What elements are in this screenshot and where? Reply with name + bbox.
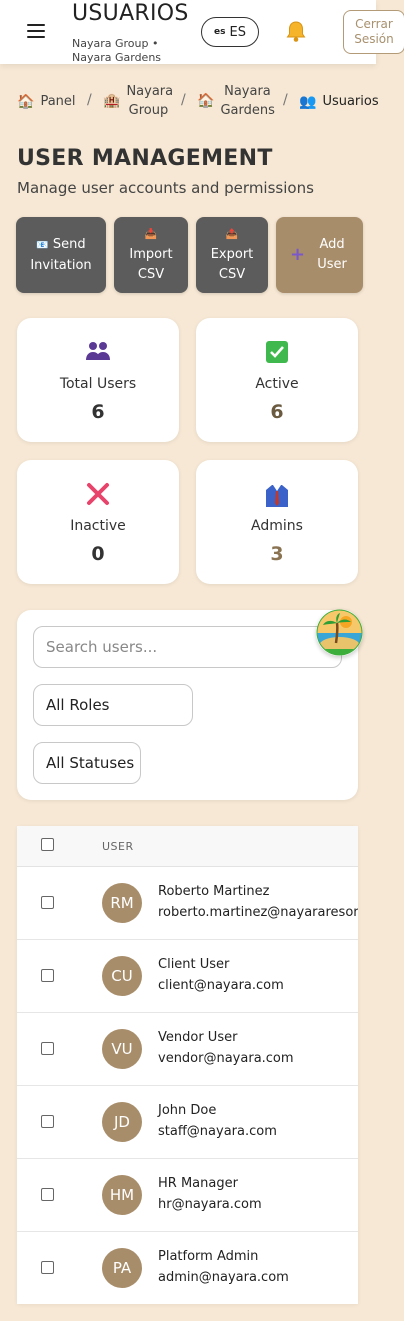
user-email: staff@nayara.com xyxy=(158,1124,277,1139)
breadcrumb-label: Nayara Group xyxy=(126,84,174,118)
app-subtitle: Nayara Group • Nayara Gardens xyxy=(72,37,162,64)
table-row[interactable]: VU Vendor User vendor@nayara.com xyxy=(17,1013,358,1086)
search-input[interactable] xyxy=(33,626,342,668)
row-checkbox[interactable] xyxy=(41,1042,54,1055)
users-table: USER RM Roberto Martinez roberto.martine… xyxy=(17,826,358,1304)
menu-icon[interactable] xyxy=(27,24,45,38)
stat-value: 6 xyxy=(270,401,284,423)
stat-label: Total Users xyxy=(59,376,137,392)
breadcrumb-separator: / xyxy=(181,92,186,108)
user-email: hr@nayara.com xyxy=(158,1197,262,1212)
user-name: Client User xyxy=(158,957,230,972)
stat-label: Inactive xyxy=(70,518,126,534)
house-icon: 🏠 xyxy=(17,93,35,110)
avatar: VU xyxy=(102,1029,142,1069)
breadcrumb: 🏠 Panel / 🏨 Nayara Group / 🏠 Nayara Gard… xyxy=(17,82,397,122)
app-title: USUARIOS xyxy=(72,1,189,26)
table-row[interactable]: RM Roberto Martinez roberto.martinez@nay… xyxy=(17,867,358,940)
breadcrumb-separator: / xyxy=(87,92,92,108)
outbox-icon: 📤 xyxy=(225,229,239,240)
add-user-label: Add User xyxy=(317,237,347,272)
avatar: JD xyxy=(102,1102,142,1142)
avatar: PA xyxy=(102,1248,142,1288)
page-description: Manage user accounts and permissions xyxy=(17,179,314,197)
send-invitation-button[interactable]: 📧 Send Invitation xyxy=(16,217,106,293)
top-header: USUARIOS Nayara Group • Nayara Gardens e… xyxy=(0,0,404,64)
send-invitation-label: 📧 Send Invitation xyxy=(30,236,92,273)
export-csv-button[interactable]: 📤 Export CSV xyxy=(196,217,268,293)
bell-icon[interactable] xyxy=(285,20,307,44)
table-header: USER xyxy=(17,826,358,867)
row-checkbox[interactable] xyxy=(41,1261,54,1274)
import-csv-button[interactable]: 📥 Import CSV xyxy=(114,217,188,293)
user-email: client@nayara.com xyxy=(158,978,284,993)
inbox-icon: 📥 xyxy=(144,229,158,240)
user-name: Vendor User xyxy=(158,1030,238,1045)
user-name: HR Manager xyxy=(158,1176,238,1191)
export-csv-label: Export CSV xyxy=(210,247,254,282)
users-icon xyxy=(17,340,179,366)
user-email: vendor@nayara.com xyxy=(158,1051,294,1066)
breadcrumb-panel[interactable]: 🏠 Panel xyxy=(17,92,76,111)
breadcrumb-label: Nayara Gardens xyxy=(220,84,275,118)
language-code: ES xyxy=(229,24,246,40)
users-icon: 👥 xyxy=(299,93,317,110)
stat-admins: Admins 3 xyxy=(196,460,358,584)
check-icon xyxy=(196,340,358,366)
stat-value: 0 xyxy=(91,543,105,565)
logout-button[interactable]: Cerrar Sesión xyxy=(343,10,404,54)
breadcrumb-label: Panel xyxy=(40,94,76,109)
row-checkbox[interactable] xyxy=(41,896,54,909)
user-email: roberto.martinez@nayararesorts xyxy=(158,905,358,920)
hotel-icon: 🏨 xyxy=(103,93,121,109)
breadcrumb-nayara-group[interactable]: 🏨 Nayara Group xyxy=(103,82,174,120)
page-title: USER MANAGEMENT xyxy=(17,146,273,171)
stat-value: 6 xyxy=(91,401,105,423)
table-row[interactable]: HM HR Manager hr@nayara.com xyxy=(17,1159,358,1232)
column-header-user: USER xyxy=(102,840,134,853)
user-name: Platform Admin xyxy=(158,1249,259,1264)
stat-active: Active 6 xyxy=(196,318,358,442)
stat-value: 3 xyxy=(270,543,284,565)
avatar: CU xyxy=(102,956,142,996)
avatar: RM xyxy=(102,883,142,923)
user-name: John Doe xyxy=(158,1103,217,1118)
stat-label: Active xyxy=(255,376,299,392)
import-csv-label: Import CSV xyxy=(129,247,173,282)
add-user-button[interactable]: + Add User xyxy=(276,217,363,293)
row-checkbox[interactable] xyxy=(41,1115,54,1128)
user-email: admin@nayara.com xyxy=(158,1270,289,1285)
breadcrumb-usuarios: 👥 Usuarios xyxy=(299,92,379,111)
breadcrumb-nayara-gardens[interactable]: 🏠 Nayara Gardens xyxy=(197,82,275,120)
stat-inactive: Inactive 0 xyxy=(17,460,179,584)
flag-icon: es xyxy=(214,27,226,37)
table-row[interactable]: CU Client User client@nayara.com xyxy=(17,940,358,1013)
user-name: Roberto Martinez xyxy=(158,884,270,899)
suit-icon xyxy=(196,482,358,508)
table-row[interactable]: JD John Doe staff@nayara.com xyxy=(17,1086,358,1159)
role-filter-select[interactable]: All Roles xyxy=(33,684,193,726)
envelope-icon: 📧 xyxy=(36,239,49,251)
palm-island-icon[interactable] xyxy=(316,609,363,656)
plus-icon: + xyxy=(289,244,306,265)
breadcrumb-label: Usuarios xyxy=(322,94,379,109)
status-filter-select[interactable]: All Statuses xyxy=(33,742,141,784)
avatar: HM xyxy=(102,1175,142,1215)
row-checkbox[interactable] xyxy=(41,1188,54,1201)
stat-total-users: Total Users 6 xyxy=(17,318,179,442)
select-all-checkbox[interactable] xyxy=(41,838,54,851)
house-icon: 🏠 xyxy=(197,93,215,109)
row-checkbox[interactable] xyxy=(41,969,54,982)
stat-label: Admins xyxy=(251,518,303,534)
breadcrumb-separator: / xyxy=(283,92,288,108)
language-switcher[interactable]: es ES xyxy=(201,17,259,47)
filter-card: All Roles All Statuses xyxy=(17,610,358,800)
table-row[interactable]: PA Platform Admin admin@nayara.com xyxy=(17,1232,358,1304)
x-icon xyxy=(17,482,179,508)
